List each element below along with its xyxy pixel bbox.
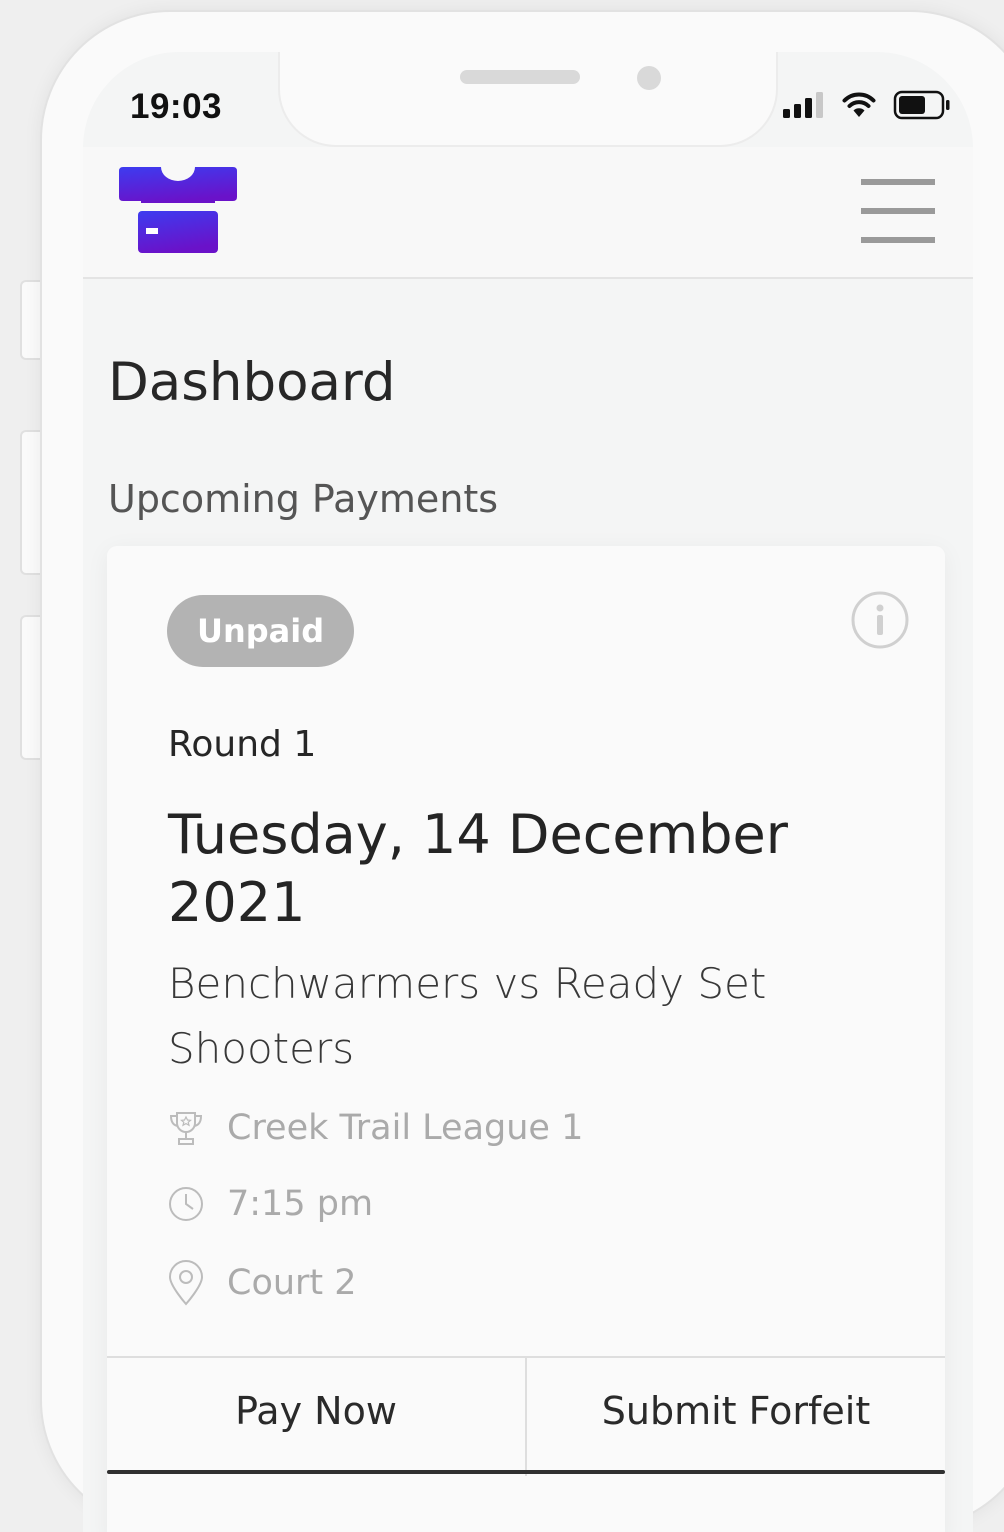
menu-line — [861, 237, 935, 243]
menu-line — [861, 208, 935, 214]
speaker-grille — [460, 70, 580, 84]
trophy-icon — [169, 1112, 203, 1145]
match-date: Tuesday, 14 December 2021 — [168, 803, 788, 934]
menu-line — [861, 179, 935, 185]
battery-icon — [893, 90, 950, 120]
submit-forfeit-button[interactable]: Submit Forfeit — [527, 1358, 945, 1476]
league-name: Creek Trail League 1 — [227, 1108, 584, 1148]
match-teams: Benchwarmers vs Ready Set Shooters — [168, 959, 767, 1073]
app-header — [83, 147, 973, 279]
phone-notch — [278, 52, 778, 147]
jersey-logo-icon[interactable] — [119, 167, 237, 261]
time-row: 7:15 pm — [167, 1184, 373, 1224]
status-badge: Unpaid — [167, 595, 355, 667]
match-time: 7:15 pm — [227, 1184, 374, 1224]
court-row: Court 2 — [167, 1259, 357, 1307]
status-bar-time: 19:03 — [130, 87, 223, 126]
pay-now-button[interactable]: Pay Now — [107, 1358, 527, 1476]
info-icon[interactable] — [850, 590, 910, 654]
wifi-icon — [842, 92, 876, 117]
location-pin-icon — [168, 1260, 204, 1306]
card-actions: Pay Now Submit Forfeit — [107, 1356, 945, 1476]
card-bottom-border — [107, 1470, 945, 1474]
phone-screen: 19:03 Dashboard Upcoming Payments Unpaid… — [83, 52, 973, 1532]
court-name: Court 2 — [227, 1263, 357, 1303]
front-camera — [637, 66, 661, 90]
hamburger-menu-icon[interactable] — [861, 179, 935, 243]
payment-card: Unpaid Round 1 Tuesday, 14 December 2021… — [107, 546, 945, 1532]
cellular-signal-icon — [783, 92, 823, 118]
status-bar-icons — [781, 90, 951, 120]
section-title-upcoming-payments: Upcoming Payments — [108, 477, 499, 521]
league-row: Creek Trail League 1 — [167, 1108, 583, 1148]
clock-icon — [169, 1187, 203, 1221]
page-title: Dashboard — [108, 352, 396, 413]
round-label: Round 1 — [168, 724, 317, 765]
